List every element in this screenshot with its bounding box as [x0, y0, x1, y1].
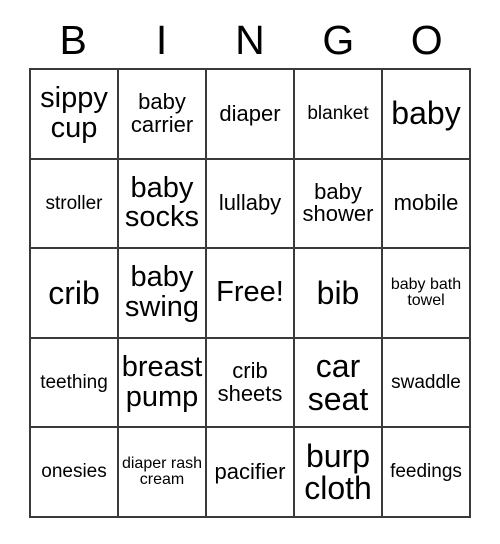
- bingo-cell[interactable]: baby socks: [119, 159, 207, 250]
- bingo-cell-label: baby shower: [302, 178, 374, 227]
- bingo-cell[interactable]: swaddle: [383, 338, 471, 429]
- bingo-cell[interactable]: onesies: [31, 428, 119, 518]
- bingo-row: stroller baby socks lullaby baby shower …: [31, 159, 471, 250]
- bingo-cell-label: lullaby: [218, 190, 282, 216]
- bingo-cell[interactable]: pacifier: [207, 428, 295, 518]
- bingo-cell[interactable]: diaper: [207, 70, 295, 160]
- bingo-cell-label: Free!: [216, 276, 284, 309]
- bingo-cell-label: blanket: [307, 103, 369, 125]
- bingo-cell[interactable]: stroller: [31, 159, 119, 250]
- bingo-row: sippy cup baby carrier diaper blanket ba…: [31, 70, 471, 160]
- bingo-cell[interactable]: crib sheets: [207, 338, 295, 429]
- bingo-cell-label: bib: [316, 274, 360, 311]
- bingo-grid: sippy cup baby carrier diaper blanket ba…: [29, 68, 471, 518]
- bingo-cell-label: baby socks: [124, 171, 200, 234]
- bingo-header-letter-b: B: [59, 17, 87, 63]
- bingo-cell[interactable]: burp cloth: [295, 428, 383, 518]
- bingo-cell-label: baby carrier: [130, 89, 194, 137]
- bingo-cell-label: stroller: [45, 192, 103, 214]
- bingo-header-letter-g: G: [322, 17, 355, 63]
- bingo-cell-label: breast pump: [121, 351, 203, 413]
- bingo-cell-label: mobile: [393, 190, 459, 216]
- bingo-row: crib baby swing Free! bib baby bath towe…: [31, 249, 471, 339]
- bingo-cell[interactable]: lullaby: [207, 159, 295, 250]
- bingo-card: B I N G O sippy cup baby carrier diaper …: [29, 13, 471, 518]
- bingo-cell[interactable]: breast pump: [119, 338, 207, 429]
- bingo-cell-label: onesies: [41, 461, 107, 483]
- bingo-cell-label: sippy cup: [40, 82, 108, 144]
- bingo-cell-label: baby: [391, 95, 461, 132]
- bingo-cell-label: diaper: [219, 100, 281, 126]
- bingo-cell-free[interactable]: Free!: [207, 249, 295, 339]
- bingo-cell-label: diaper rash cream: [121, 454, 203, 489]
- bingo-cell[interactable]: mobile: [383, 159, 471, 250]
- bingo-row: teething breast pump crib sheets car sea…: [31, 338, 471, 429]
- bingo-cell-label: crib: [48, 274, 100, 311]
- bingo-cell-label: burp cloth: [304, 437, 372, 507]
- bingo-cell-label: swaddle: [391, 371, 461, 393]
- bingo-cell[interactable]: baby bath towel: [383, 249, 471, 339]
- bingo-cell-label: teething: [40, 371, 108, 393]
- bingo-cell[interactable]: baby shower: [295, 159, 383, 250]
- bingo-cell-label: feedings: [390, 461, 462, 483]
- bingo-header-letter-i: I: [155, 17, 168, 63]
- bingo-header-letter-o: O: [410, 17, 443, 63]
- bingo-cell[interactable]: baby swing: [119, 249, 207, 339]
- bingo-cell-label: baby swing: [124, 261, 200, 323]
- bingo-cell[interactable]: crib: [31, 249, 119, 339]
- bingo-cell[interactable]: baby: [383, 70, 471, 160]
- bingo-row: onesies diaper rash cream pacifier burp …: [31, 428, 471, 518]
- bingo-cell[interactable]: bib: [295, 249, 383, 339]
- bingo-cell-label: baby bath towel: [390, 275, 462, 309]
- bingo-header-row: B I N G O: [29, 13, 471, 68]
- bingo-cell-label: crib sheets: [217, 358, 283, 406]
- bingo-cell[interactable]: teething: [31, 338, 119, 429]
- bingo-cell-label: car seat: [307, 347, 369, 417]
- bingo-cell[interactable]: blanket: [295, 70, 383, 160]
- bingo-cell[interactable]: feedings: [383, 428, 471, 518]
- bingo-cell-label: pacifier: [214, 458, 286, 484]
- bingo-cell[interactable]: sippy cup: [31, 70, 119, 160]
- bingo-cell[interactable]: baby carrier: [119, 70, 207, 160]
- bingo-header-letter-n: N: [235, 17, 265, 63]
- bingo-cell[interactable]: diaper rash cream: [119, 428, 207, 518]
- bingo-cell[interactable]: car seat: [295, 338, 383, 429]
